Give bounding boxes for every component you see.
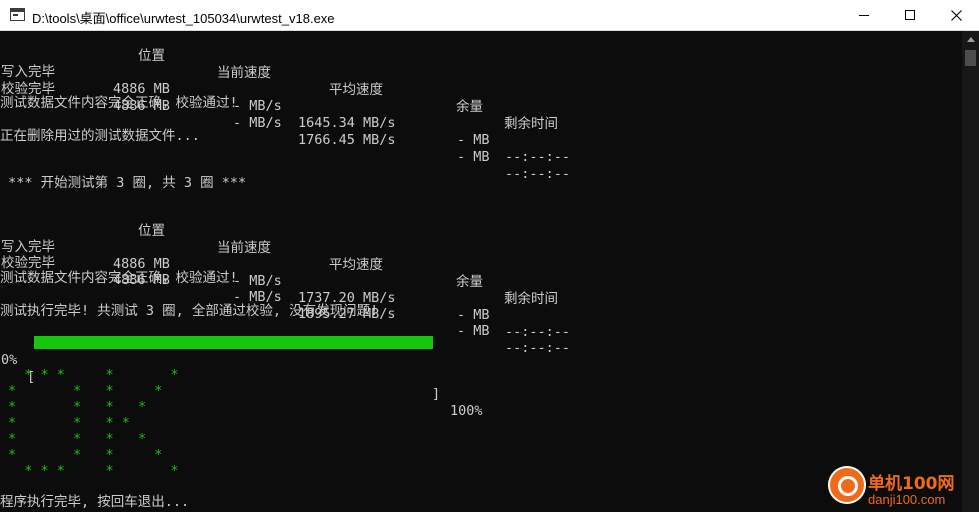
row-remain: - MB	[457, 149, 490, 165]
header-remain: 余量	[456, 99, 483, 115]
progress-close-bracket: ]	[432, 386, 441, 402]
progress-end-label: 100%	[450, 403, 483, 419]
scrollbar-thumb[interactable]	[965, 50, 976, 66]
console-app-icon[interactable]	[10, 8, 25, 21]
ok-art-line: * * * * *	[8, 463, 179, 479]
stats-row: 写入完毕 4886 MB - MB/s 1737.20 MB/s - MB --…	[0, 222, 570, 340]
window-title: D:\tools\桌面\office\urwtest_105034\urwtes…	[32, 11, 335, 26]
header-position: 位置	[138, 48, 165, 64]
round-start-message: *** 开始测试第 3 圈, 共 3 圈 ***	[0, 175, 247, 191]
row-time: --:--:--	[505, 166, 571, 182]
minimize-button[interactable]	[841, 0, 887, 31]
scroll-up-arrow-icon[interactable]	[962, 31, 979, 48]
ok-art-line: * * * * *	[8, 367, 179, 383]
ok-art-line: * * * *	[8, 431, 147, 447]
header-avg-speed: 平均速度	[329, 82, 383, 98]
ok-art-line: * * * *	[8, 447, 163, 463]
header-time-left: 剩余时间	[504, 116, 558, 132]
row-current: - MB/s	[233, 273, 282, 289]
close-button[interactable]	[933, 0, 979, 31]
header-time-left: 剩余时间	[504, 291, 558, 307]
verify-ok-message: 测试数据文件内容完全正确，校验通过!	[0, 270, 238, 286]
header-current-speed: 当前速度	[217, 240, 271, 256]
summary-message: 测试执行完毕! 共测试 3 圈, 全部通过校验, 没有发现问题!	[0, 303, 379, 319]
maximize-button[interactable]	[887, 0, 933, 31]
console-output[interactable]: 位置 当前速度 平均速度 余量 剩余时间 写入完毕 4886 MB - MB/s…	[0, 31, 962, 512]
row-current: - MB/s	[233, 98, 282, 114]
stats-row: 写入完毕 4886 MB - MB/s 1645.34 MB/s - MB --…	[0, 47, 570, 165]
maximize-icon	[905, 10, 915, 20]
console-window: D:\tools\桌面\office\urwtest_105034\urwtes…	[0, 0, 979, 512]
header-avg-speed: 平均速度	[329, 257, 383, 273]
progress-bar-fill	[34, 336, 433, 349]
watermark-domain: danji100.com	[868, 492, 946, 507]
close-icon	[951, 10, 962, 21]
row-current: - MB/s	[233, 115, 282, 131]
verify-ok-message: 测试数据文件内容完全正确，校验通过!	[0, 95, 238, 111]
deleting-message: 正在删除用过的测试数据文件...	[0, 128, 200, 144]
minimize-icon	[859, 15, 869, 16]
exit-prompt: 程序执行完毕, 按回车退出...	[0, 494, 190, 510]
row-remain: - MB	[457, 132, 490, 148]
ok-art-line: * * * *	[8, 415, 130, 431]
header-position: 位置	[138, 223, 165, 239]
stats-header-row: 位置 当前速度 平均速度 余量 剩余时间	[0, 206, 558, 307]
vertical-scrollbar[interactable]	[962, 31, 979, 512]
ok-art-line: * * * *	[8, 399, 147, 415]
row-avg: 1645.34 MB/s	[298, 115, 396, 131]
watermark-brand: 单机100网	[868, 474, 955, 494]
stats-row: 校验完毕 4886 MB - MB/s 1895.27 MB/s - MB --…	[0, 238, 570, 356]
stats-header-row: 位置 当前速度 平均速度 余量 剩余时间	[0, 31, 558, 132]
ok-art-line: * * * *	[8, 383, 163, 399]
row-avg: 1766.45 MB/s	[298, 132, 396, 148]
row-remain: - MB	[457, 307, 490, 323]
header-current-speed: 当前速度	[217, 65, 271, 81]
stats-row: 校验完毕 4886 MB - MB/s 1766.45 MB/s - MB --…	[0, 64, 570, 182]
row-time: --:--:--	[505, 149, 571, 165]
watermark-logo-icon	[828, 466, 866, 504]
title-bar[interactable]: D:\tools\桌面\office\urwtest_105034\urwtes…	[0, 0, 979, 31]
header-remain: 余量	[456, 274, 483, 290]
